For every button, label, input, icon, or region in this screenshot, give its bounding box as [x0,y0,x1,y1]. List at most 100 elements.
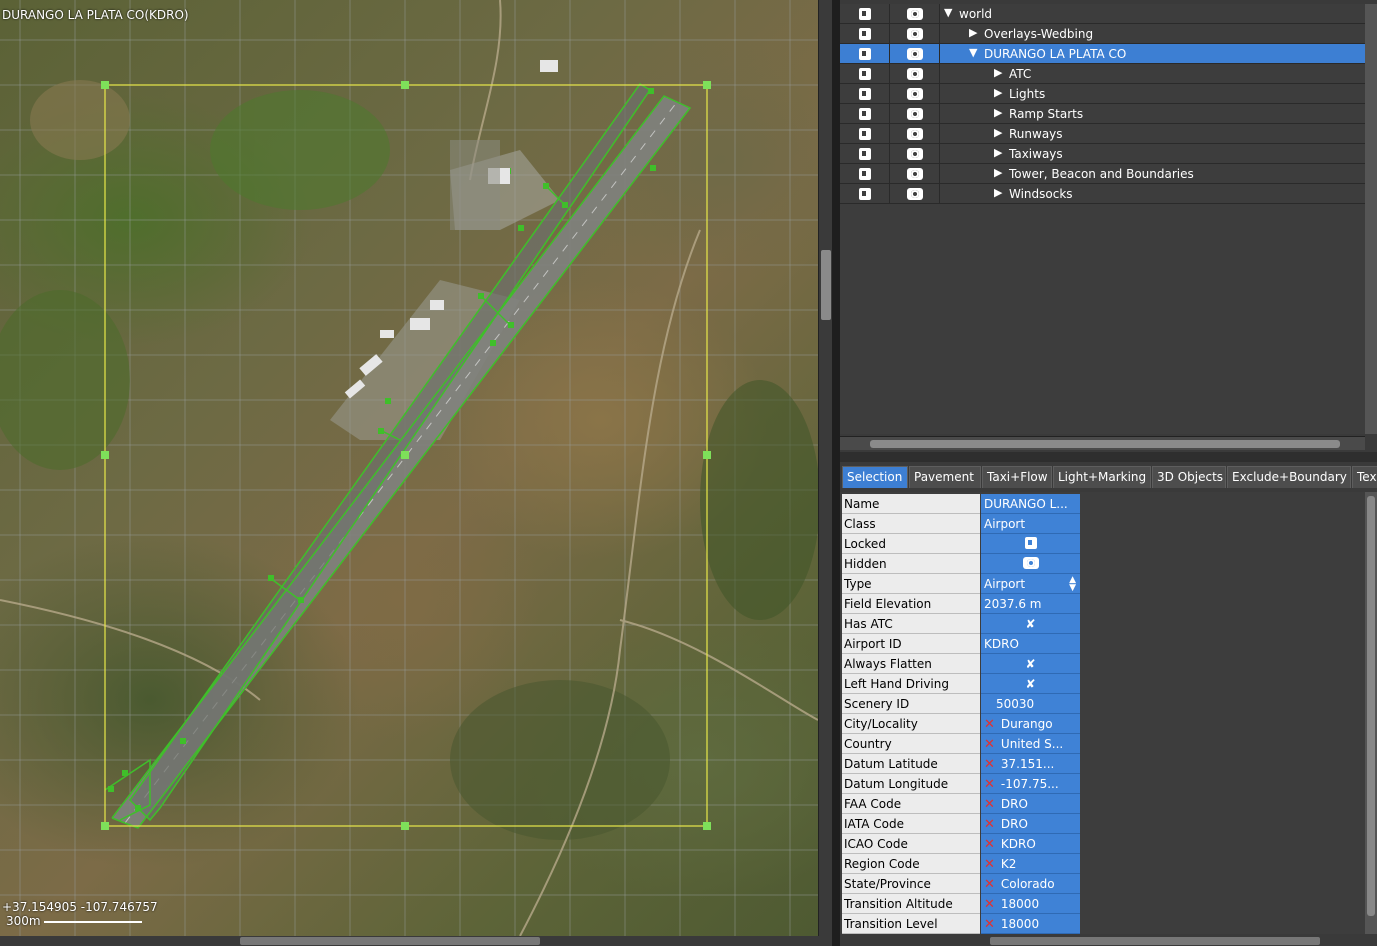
visibility-toggle[interactable] [890,64,940,84]
property-value[interactable]: ✕ KDRO [981,834,1080,854]
property-value[interactable]: Airport [981,514,1080,534]
tab-light-marking[interactable]: Light+Marking [1053,466,1151,488]
visibility-toggle[interactable] [890,4,940,24]
map-hscroll-thumb[interactable] [240,937,540,945]
pane-splitter[interactable] [832,0,840,946]
lock-toggle[interactable] [840,124,890,144]
property-value[interactable]: ✕ 18000 [981,894,1080,914]
lock-toggle[interactable] [840,4,890,24]
property-value[interactable]: ✘ [981,674,1080,694]
tab-3d-objects[interactable]: 3D Objects [1152,466,1226,488]
props-vertical-scrollbar[interactable] [1365,492,1377,934]
lock-toggle[interactable] [840,84,890,104]
property-value[interactable]: KDRO [981,634,1080,654]
tab-taxi-flow[interactable]: Taxi+Flow [982,466,1052,488]
property-value[interactable]: ✕ -107.75... [981,774,1080,794]
property-value[interactable] [981,534,1080,554]
tree-row[interactable]: ▶ Tower, Beacon and Boundaries [840,164,1365,184]
expanded-triangle-icon[interactable]: ▼ [944,6,952,19]
tree-row[interactable]: ▼ DURANGO LA PLATA CO [840,44,1365,64]
lock-toggle[interactable] [840,184,890,204]
collapsed-triangle-icon[interactable]: ▶ [994,86,1002,99]
lock-toggle[interactable] [840,164,890,184]
dropdown-arrows-icon[interactable]: ▲ ▼ [1069,576,1076,593]
collapsed-triangle-icon[interactable]: ▶ [994,166,1002,179]
tree-row[interactable]: ▶ Runways [840,124,1365,144]
tree-row[interactable]: ▶ Windsocks [840,184,1365,204]
expanded-triangle-icon[interactable]: ▼ [969,46,977,59]
eye-icon[interactable] [1022,557,1039,569]
tree-row[interactable]: ▶ Ramp Starts [840,104,1365,124]
lock-toggle[interactable] [840,104,890,124]
property-value[interactable]: ✕ K2 [981,854,1080,874]
visibility-toggle[interactable] [890,184,940,204]
checkbox-unchecked-icon[interactable]: ✘ [981,657,1080,671]
tree-row[interactable]: ▶ Taxiways [840,144,1365,164]
property-value[interactable]: ✕ DRO [981,794,1080,814]
delete-meta-icon[interactable]: ✕ [984,817,995,832]
props-hscroll-thumb[interactable] [990,937,1320,945]
tab-pavement[interactable]: Pavement [909,466,981,488]
property-value[interactable]: DURANGO L... [981,494,1080,514]
tree-row[interactable]: ▶ Lights [840,84,1365,104]
visibility-toggle[interactable] [890,124,940,144]
map-horizontal-scrollbar[interactable] [0,936,832,946]
checkbox-unchecked-icon[interactable]: ✘ [981,677,1080,691]
tab-text[interactable]: Text [1352,466,1377,488]
visibility-toggle[interactable] [890,164,940,184]
property-value[interactable]: ✕ DRO [981,814,1080,834]
delete-meta-icon[interactable]: ✕ [984,797,995,812]
map-view[interactable]: DURANGO LA PLATA CO(KDRO) +37.154905 -10… [0,0,818,936]
property-value[interactable]: ✘ [981,614,1080,634]
delete-meta-icon[interactable]: ✕ [984,897,995,912]
delete-meta-icon[interactable]: ✕ [984,857,995,872]
tree-vertical-scrollbar[interactable] [1365,4,1377,434]
visibility-toggle[interactable] [890,24,940,44]
lock-toggle[interactable] [840,24,890,44]
visibility-toggle[interactable] [890,84,940,104]
visibility-toggle[interactable] [890,104,940,124]
tree-hscroll-thumb[interactable] [870,440,1340,448]
property-value[interactable]: 50030 [981,694,1080,714]
property-value[interactable] [981,554,1080,574]
delete-meta-icon[interactable]: ✕ [984,757,995,772]
delete-meta-icon[interactable]: ✕ [984,917,995,932]
lock-toggle[interactable] [840,144,890,164]
checkbox-unchecked-icon[interactable]: ✘ [981,617,1080,631]
collapsed-triangle-icon[interactable]: ▶ [994,106,1002,119]
lock-icon[interactable] [1024,537,1037,549]
property-value[interactable]: ✕ Durango [981,714,1080,734]
collapsed-triangle-icon[interactable]: ▶ [994,146,1002,159]
tree-row[interactable]: ▼ world [840,4,1365,24]
tree-row[interactable]: ▶ ATC [840,64,1365,84]
tab-selection[interactable]: Selection [842,466,908,488]
delete-meta-icon[interactable]: ✕ [984,877,995,892]
property-value[interactable]: ✕ United S... [981,734,1080,754]
property-value[interactable]: ✘ [981,654,1080,674]
property-value[interactable]: 2037.6 m [981,594,1080,614]
collapsed-triangle-icon[interactable]: ▶ [969,26,977,39]
delete-meta-icon[interactable]: ✕ [984,717,995,732]
map-canvas[interactable] [0,0,818,936]
panel-divider[interactable] [840,452,1377,462]
property-value[interactable]: ✕ 18000 [981,914,1080,934]
property-value[interactable]: Airport ▲ ▼ [981,574,1080,594]
delete-meta-icon[interactable]: ✕ [984,777,995,792]
map-vertical-scrollbar[interactable] [818,0,832,936]
collapsed-triangle-icon[interactable]: ▶ [994,186,1002,199]
props-horizontal-scrollbar[interactable] [840,936,1377,946]
tree-horizontal-scrollbar[interactable] [840,436,1365,450]
tree-row[interactable]: ▶ Overlays-Wedbing [840,24,1365,44]
visibility-toggle[interactable] [890,44,940,64]
props-vscroll-thumb[interactable] [1367,496,1375,916]
collapsed-triangle-icon[interactable]: ▶ [994,66,1002,79]
delete-meta-icon[interactable]: ✕ [984,837,995,852]
property-value[interactable]: ✕ Colorado [981,874,1080,894]
visibility-toggle[interactable] [890,144,940,164]
tab-exclude-boundary[interactable]: Exclude+Boundary [1227,466,1351,488]
delete-meta-icon[interactable]: ✕ [984,737,995,752]
lock-toggle[interactable] [840,44,890,64]
property-value[interactable]: ✕ 37.151... [981,754,1080,774]
lock-toggle[interactable] [840,64,890,84]
map-vscroll-thumb[interactable] [821,250,831,320]
